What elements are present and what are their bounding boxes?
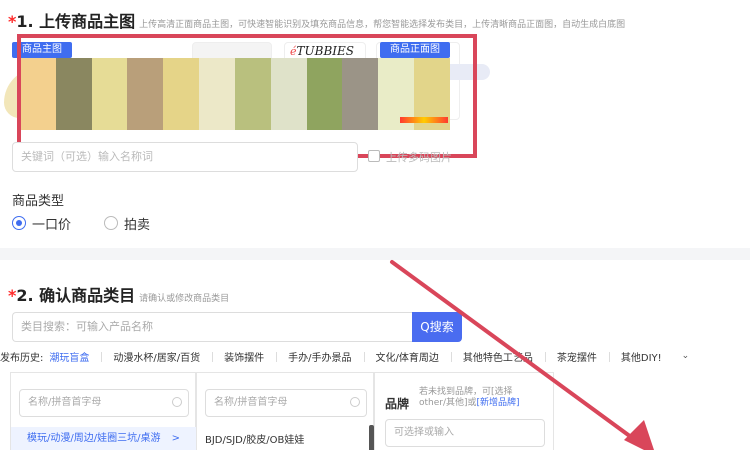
brand-label: 品牌 (385, 397, 410, 411)
chevron-right-icon: > (171, 433, 181, 444)
brand-input[interactable]: 可选择或输入 (385, 419, 545, 447)
brand-panel: 品牌 若未找到品牌，可[选择other/其他]或[新增品牌] 可选择或输入 (374, 372, 554, 450)
radio-fixed-price-label: 一口价 (32, 217, 72, 233)
upload-main-image-section: *1. 上传商品主图 上传高清正面商品主图，可快速智能识别及填充商品信息，帮您智能… (0, 0, 750, 245)
radio-unchecked-icon[interactable] (104, 216, 118, 230)
col2-search-input[interactable]: 名称/拼音首字母 (205, 389, 367, 417)
section-divider (0, 248, 750, 260)
history-item[interactable]: 潮玩盲盒 (49, 349, 101, 364)
add-brand-link[interactable]: [新增品牌] (477, 398, 520, 408)
history-item[interactable]: 其他DIY! (608, 349, 674, 364)
category-column-level1: 名称/拼音首字母 模玩/动漫/周边/娃圈三坑/桌游 > (10, 372, 196, 450)
category-column-level2: 名称/拼音首字母 BJD/SJD/胶皮/OB娃娃 (196, 372, 374, 450)
col2-search-placeholder: 名称/拼音首字母 (214, 397, 288, 408)
section2-heading: *2. 确认商品类目 请确认或修改商品类目 (8, 282, 229, 306)
col1-search-input[interactable]: 名称/拼音首字母 (19, 389, 189, 417)
history-item[interactable]: 其他特色工艺品 (450, 349, 545, 364)
history-label: 发布历史: (0, 352, 44, 364)
history-item[interactable]: 手办/手办景品 (276, 349, 363, 364)
publish-history: 发布历史: 潮玩盲盒 动漫水杯/居家/百货 装饰摆件 手办/手办景品 文化/体育… (0, 348, 689, 364)
col1-search-placeholder: 名称/拼音首字母 (28, 397, 102, 408)
highlight-annotation-box (17, 34, 477, 158)
radio-fixed-price[interactable]: 一口价 (12, 216, 72, 233)
section2-description: 请确认或修改商品类目 (139, 294, 230, 304)
arrow-head (624, 420, 654, 450)
category-search-input[interactable]: 类目搜索：可输入产品名称 (12, 312, 412, 342)
multi-code-checkbox-label: 上传多码图片 (386, 151, 452, 164)
history-item[interactable]: 文化/体育周边 (363, 349, 451, 364)
section1-title: 1. 上传商品主图 (16, 12, 136, 31)
category-search-button[interactable]: Q搜索 (412, 312, 462, 342)
product-type-label: 商品类型 (12, 194, 65, 209)
search-icon (350, 397, 360, 407)
keyword-input[interactable]: 关键词（可选）输入名称词 (12, 142, 358, 172)
radio-checked-icon[interactable] (12, 216, 26, 230)
history-item[interactable]: 茶宠摆件 (544, 349, 609, 364)
multi-code-checkbox[interactable] (368, 150, 380, 162)
section1-description: 上传高清正面商品主图，可快速智能识别及填充商品信息，帮您智能选择发布类目，上传清… (139, 20, 626, 30)
history-item[interactable]: 动漫水杯/居家/百货 (101, 349, 212, 364)
section2-title: 2. 确认商品类目 (16, 286, 136, 305)
section1-heading: *1. 上传商品主图 上传高清正面商品主图，可快速智能识别及填充商品信息，帮您智能… (8, 8, 625, 32)
radio-auction-label: 拍卖 (124, 217, 151, 233)
radio-auction[interactable]: 拍卖 (104, 216, 151, 233)
search-icon (172, 397, 182, 407)
category-item[interactable]: BJD/SJD/胶皮/OB娃娃 (205, 431, 304, 446)
brand-hint: 若未找到品牌，可[选择other/其他]或[新增品牌] (419, 387, 520, 408)
chevron-down-icon[interactable]: ⌄ (682, 351, 690, 361)
category-item-label: 模玩/动漫/周边/娃圈三坑/桌游 (27, 433, 161, 444)
category-item-selected[interactable]: 模玩/动漫/周边/娃圈三坑/桌游 > (11, 427, 196, 450)
history-item[interactable]: 装饰摆件 (212, 349, 276, 364)
